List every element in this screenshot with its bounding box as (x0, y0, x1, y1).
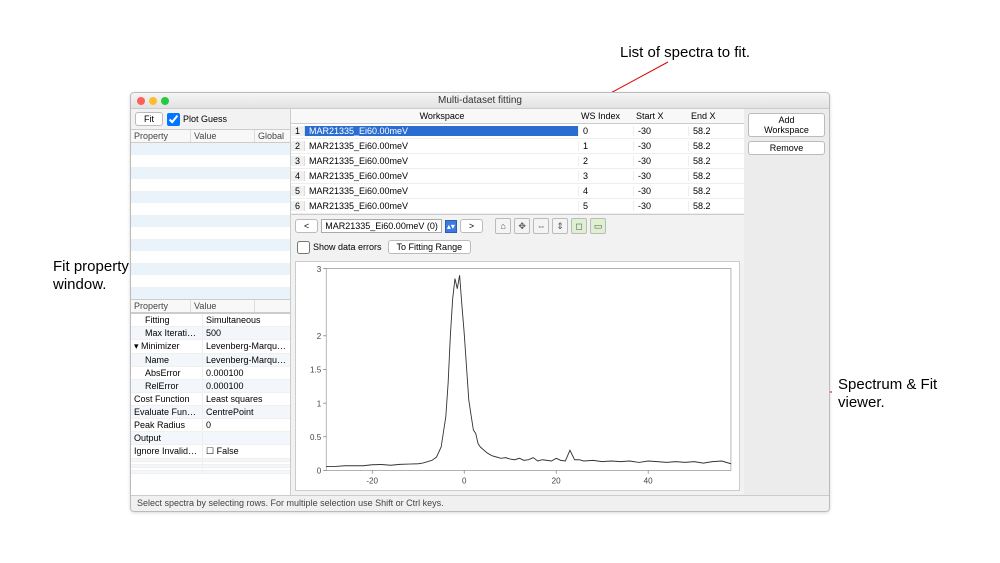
prop-row[interactable]: Evaluate Func…CentrePoint (131, 406, 290, 419)
region-icon[interactable]: ▭ (590, 218, 606, 234)
col-ws-index: WS Index (579, 109, 634, 123)
prop-row[interactable]: Cost FunctionLeast squares (131, 393, 290, 406)
pan-icon[interactable]: ✥ (514, 218, 530, 234)
options-row: Show data errors To Fitting Range (291, 237, 744, 257)
svg-text:3: 3 (317, 263, 322, 273)
next-button[interactable]: > (460, 219, 483, 233)
table-row[interactable]: 3MAR21335_Ei60.00meV2-3058.2 (291, 154, 744, 169)
table-row[interactable]: 1MAR21335_Ei60.00meV0-3058.2 (291, 124, 744, 139)
prev-button[interactable]: < (295, 219, 318, 233)
remove-button[interactable]: Remove (748, 141, 825, 155)
right-panel: Add Workspace Remove (744, 109, 829, 495)
table-row[interactable]: 6MAR21335_Ei60.00meV5-3058.2 (291, 199, 744, 214)
col-end-x: End X (689, 109, 744, 123)
prop-row[interactable]: Peak Radius0 (131, 419, 290, 432)
plot-guess-input[interactable] (167, 113, 180, 126)
workspace-header: Workspace WS Index Start X End X (291, 109, 744, 124)
svg-text:-20: -20 (366, 475, 378, 485)
prop-row[interactable]: Output (131, 432, 290, 445)
svg-text:0.5: 0.5 (310, 432, 322, 442)
svg-text:0: 0 (317, 465, 322, 475)
home-icon[interactable]: ⌂ (495, 218, 511, 234)
show-errors-input[interactable] (297, 241, 310, 254)
table-row[interactable]: 4MAR21335_Ei60.00meV3-3058.2 (291, 169, 744, 184)
svg-text:0: 0 (462, 475, 467, 485)
statusbar: Select spectra by selecting rows. For mu… (131, 495, 829, 511)
prop-row[interactable]: RelError0.000100 (131, 380, 290, 393)
empty-property-rows (131, 143, 290, 299)
prop-row[interactable]: Ignore Invalid …☐ False (131, 445, 290, 459)
annotation-fit-prop-1: Fit property (53, 258, 129, 275)
plot-guess-checkbox[interactable]: Plot Guess (167, 113, 227, 126)
fit-x-icon[interactable]: ⇔ (533, 218, 549, 234)
svg-text:40: 40 (644, 475, 653, 485)
prop-row[interactable]: FittingSimultaneous (131, 314, 290, 327)
col-value: Value (191, 130, 255, 142)
fit-y-icon[interactable]: ⇕ (552, 218, 568, 234)
prop-row[interactable]: ▾ MinimizerLevenberg-Marquardt (131, 340, 290, 354)
table-row[interactable]: 5MAR21335_Ei60.00meV4-3058.2 (291, 184, 744, 199)
workspace-table[interactable]: 1MAR21335_Ei60.00meV0-3058.22MAR21335_Ei… (291, 124, 744, 215)
prop-row[interactable]: AbsError0.000100 (131, 367, 290, 380)
fit-button[interactable]: Fit (135, 112, 163, 126)
fit-range-button[interactable]: To Fitting Range (388, 240, 472, 254)
show-errors-checkbox[interactable]: Show data errors (297, 241, 382, 254)
nav-row: < MAR21335_Ei60.00meV (0) ▴▾ > ⌂ ✥ ⇔ ⇕ ◻… (291, 215, 744, 237)
fit-property-panel: Fit Plot Guess Property Value Global Pro… (131, 109, 291, 495)
window-title: Multi-dataset fitting (131, 95, 829, 106)
svg-text:1.5: 1.5 (310, 364, 322, 374)
svg-text:2: 2 (317, 331, 322, 341)
annotation-spectra-list: List of spectra to fit. (620, 44, 750, 61)
fit-properties-table[interactable]: FittingSimultaneousMax Iterations500▾ Mi… (131, 313, 290, 495)
col-property: Property (131, 130, 191, 142)
col-workspace: Workspace (305, 109, 579, 123)
annotation-spectrum-viewer-2: viewer. (838, 394, 885, 411)
zoom-icon[interactable]: ◻ (571, 218, 587, 234)
prop-row[interactable]: NameLevenberg-Marqu… (131, 354, 290, 367)
center-panel: Workspace WS Index Start X End X 1MAR213… (291, 109, 744, 495)
spectrum-spin[interactable]: ▴▾ (445, 220, 457, 233)
spectrum-plot[interactable]: -20 0 20 40 0 0.5 1 1.5 2 3 (295, 261, 740, 491)
col-property-2: Property (131, 300, 191, 312)
col-global: Global (255, 130, 290, 142)
plot-guess-label: Plot Guess (183, 114, 227, 124)
svg-text:20: 20 (552, 475, 561, 485)
app-window: Multi-dataset fitting Fit Plot Guess Pro… (130, 92, 830, 512)
svg-text:1: 1 (317, 398, 322, 408)
titlebar: Multi-dataset fitting (131, 93, 829, 109)
prop-header-1: Property Value Global (131, 129, 290, 143)
table-row[interactable]: 2MAR21335_Ei60.00meV1-3058.2 (291, 139, 744, 154)
add-workspace-button[interactable]: Add Workspace (748, 113, 825, 137)
col-value-2: Value (191, 300, 255, 312)
col-start-x: Start X (634, 109, 689, 123)
annotation-spectrum-viewer-1: Spectrum & Fit (838, 376, 937, 393)
annotation-fit-prop-2: window. (53, 276, 106, 293)
spectrum-selector[interactable]: MAR21335_Ei60.00meV (0) (321, 219, 442, 233)
prop-row[interactable]: Max Iterations500 (131, 327, 290, 340)
prop-header-2: Property Value (131, 299, 290, 313)
show-errors-label: Show data errors (313, 242, 382, 252)
